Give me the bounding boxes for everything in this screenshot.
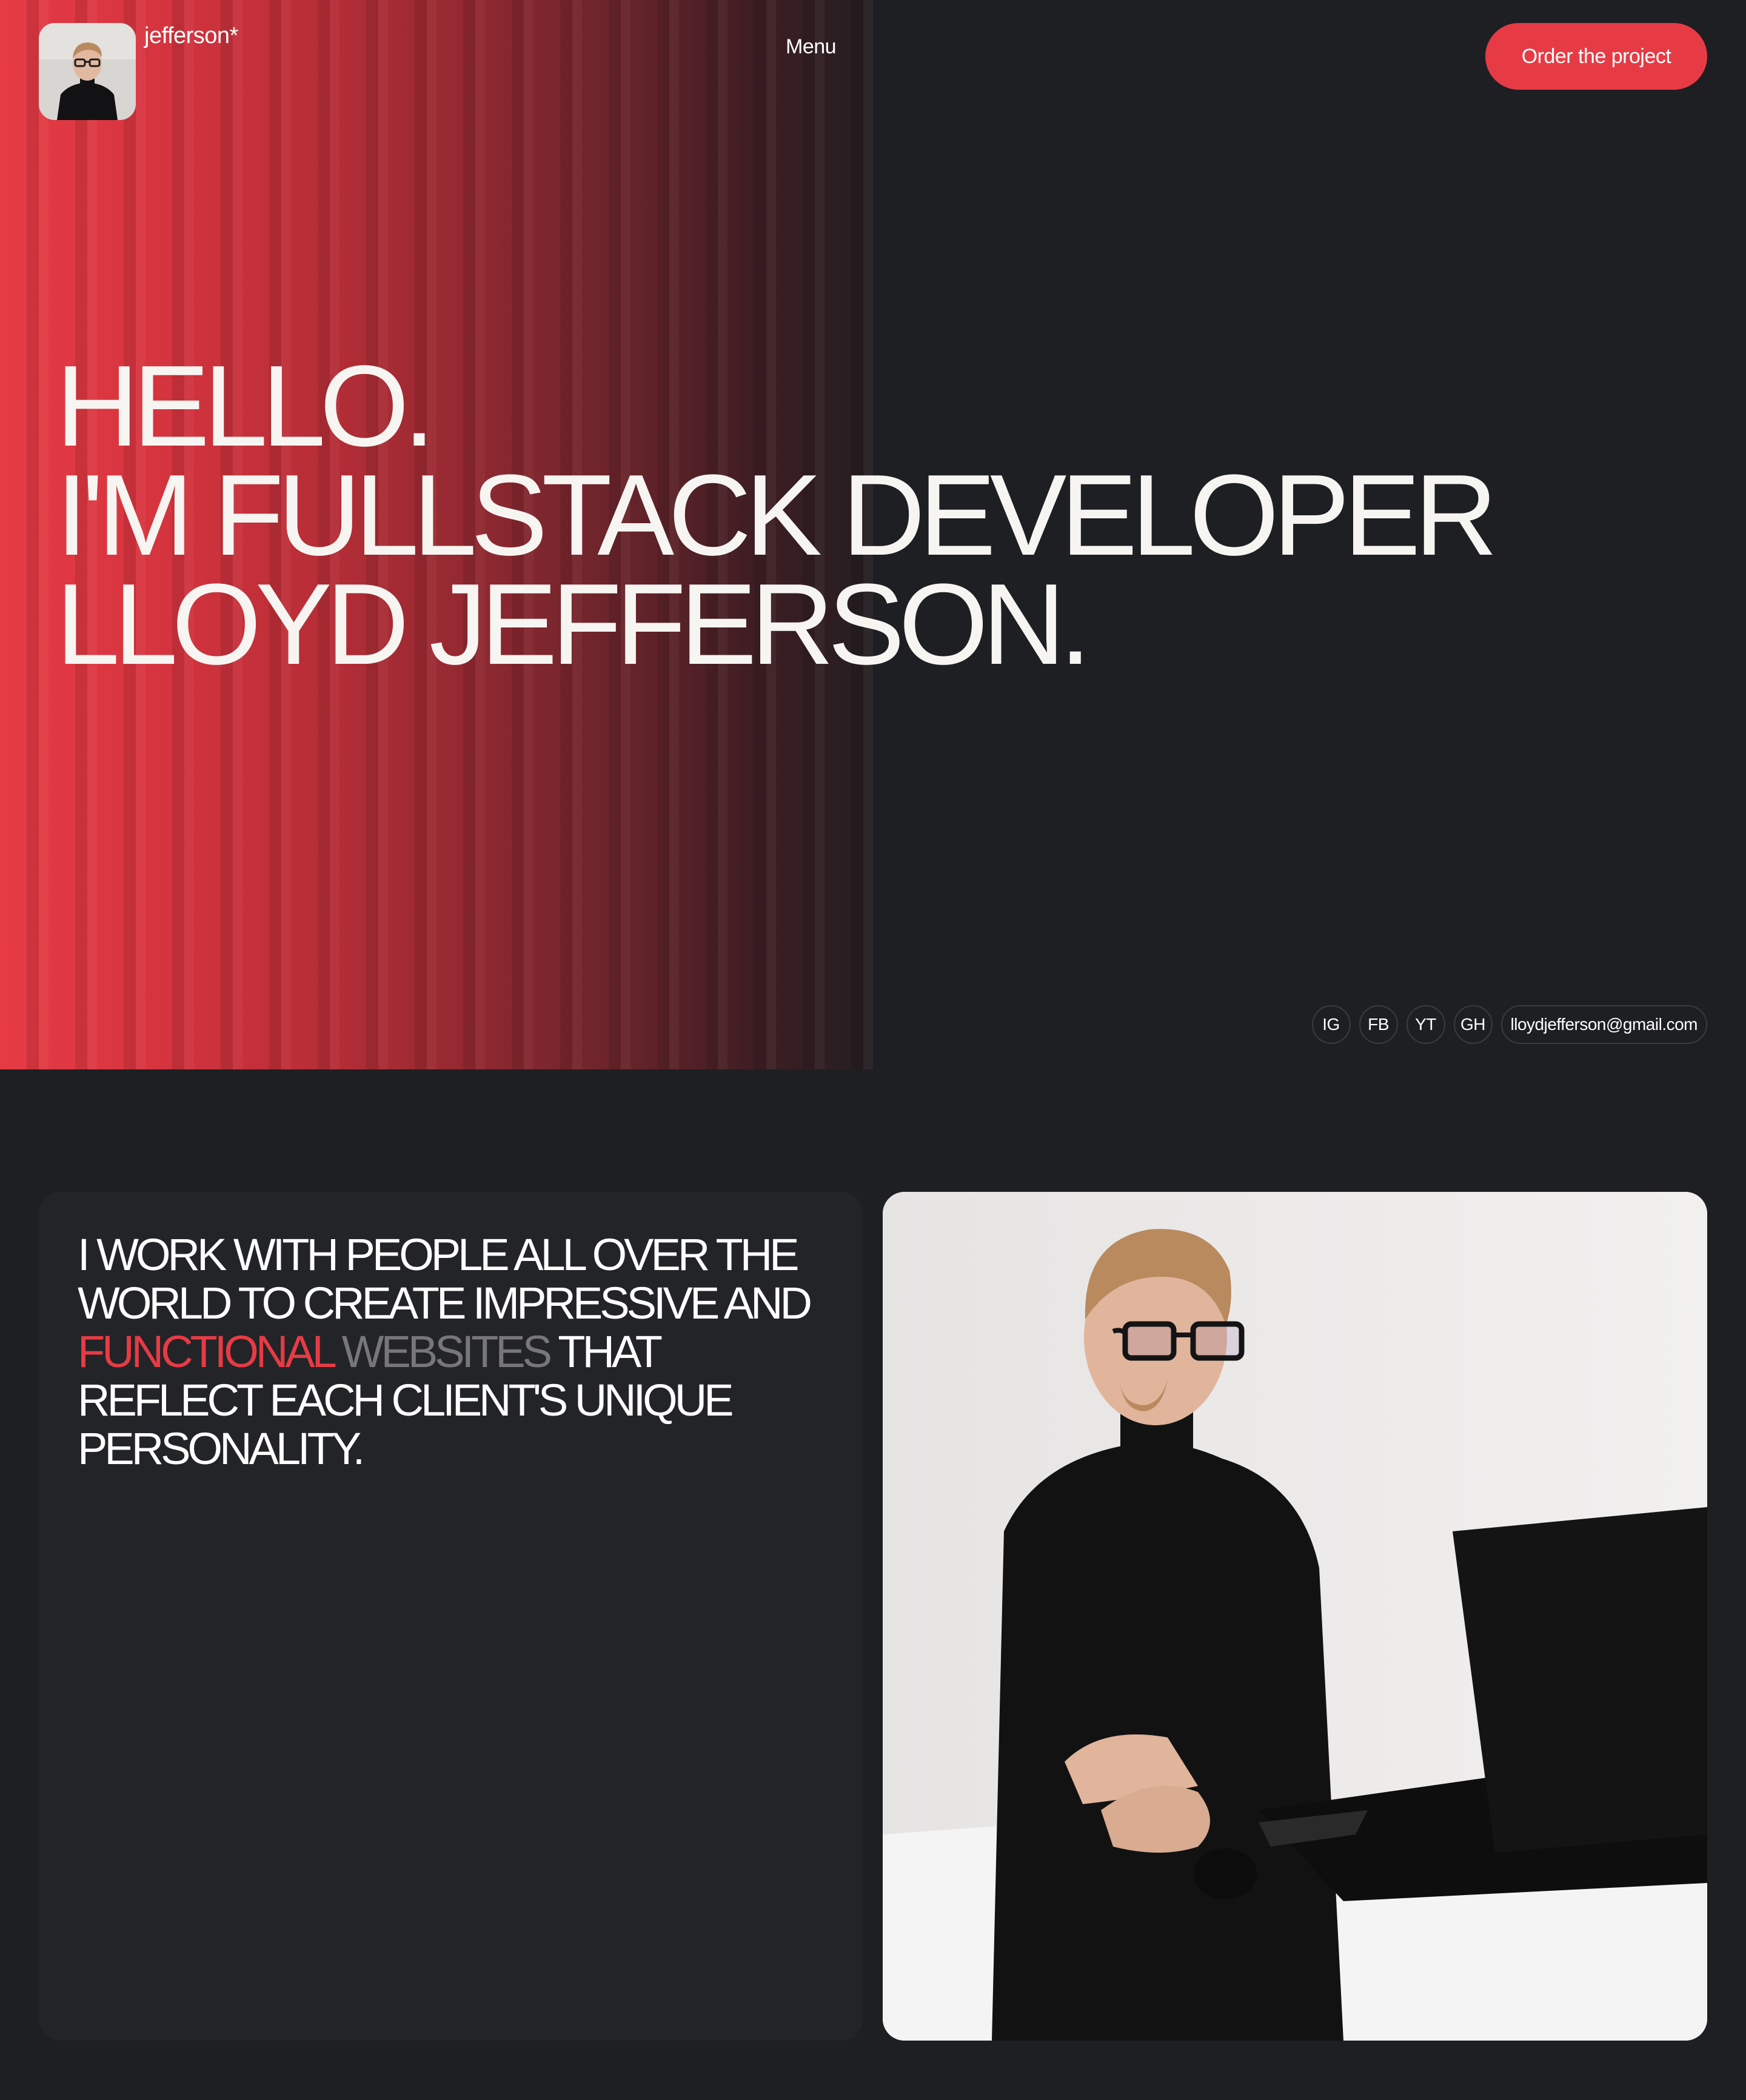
brand-name[interactable]: jefferson*: [144, 23, 238, 49]
portrait-card: [883, 1192, 1707, 2041]
youtube-link[interactable]: YT: [1406, 1005, 1445, 1044]
about-card: I WORK WITH PEOPLE ALL OVER THE WORLD TO…: [39, 1192, 863, 2041]
about-highlight-functional: FUNCTIONAL: [78, 1326, 335, 1377]
avatar-photo: [39, 23, 136, 120]
email-link[interactable]: lloydjefferson@gmail.com: [1500, 1005, 1707, 1044]
menu-button[interactable]: Menu: [786, 35, 837, 59]
social-links: IG FB YT GH lloydjefferson@gmail.com: [1311, 1005, 1707, 1044]
developer-portrait-photo: [883, 1192, 1707, 2041]
instagram-link[interactable]: IG: [1311, 1005, 1351, 1044]
hero-section: jefferson* Menu Order the project HELLO.…: [0, 0, 1746, 1069]
avatar[interactable]: [39, 23, 136, 120]
hero-line-hello: HELLO.: [56, 342, 435, 470]
about-statement: I WORK WITH PEOPLE ALL OVER THE WORLD TO…: [78, 1231, 841, 1473]
github-link[interactable]: GH: [1453, 1005, 1493, 1044]
hero-line-role: I'M FULLSTACK DEVELOPER: [56, 451, 1497, 580]
about-highlight-websites: WEBSITES: [341, 1326, 552, 1377]
about-text-part1: I WORK WITH PEOPLE ALL OVER THE WORLD TO…: [78, 1229, 812, 1328]
hero-line-name: LLOYD JEFFERSON.: [56, 560, 1091, 689]
hero-headline: HELLO. I'M FULLSTACK DEVELOPER LLOYD JEF…: [56, 342, 1497, 689]
facebook-link[interactable]: FB: [1359, 1005, 1398, 1044]
order-project-button[interactable]: Order the project: [1485, 23, 1707, 90]
